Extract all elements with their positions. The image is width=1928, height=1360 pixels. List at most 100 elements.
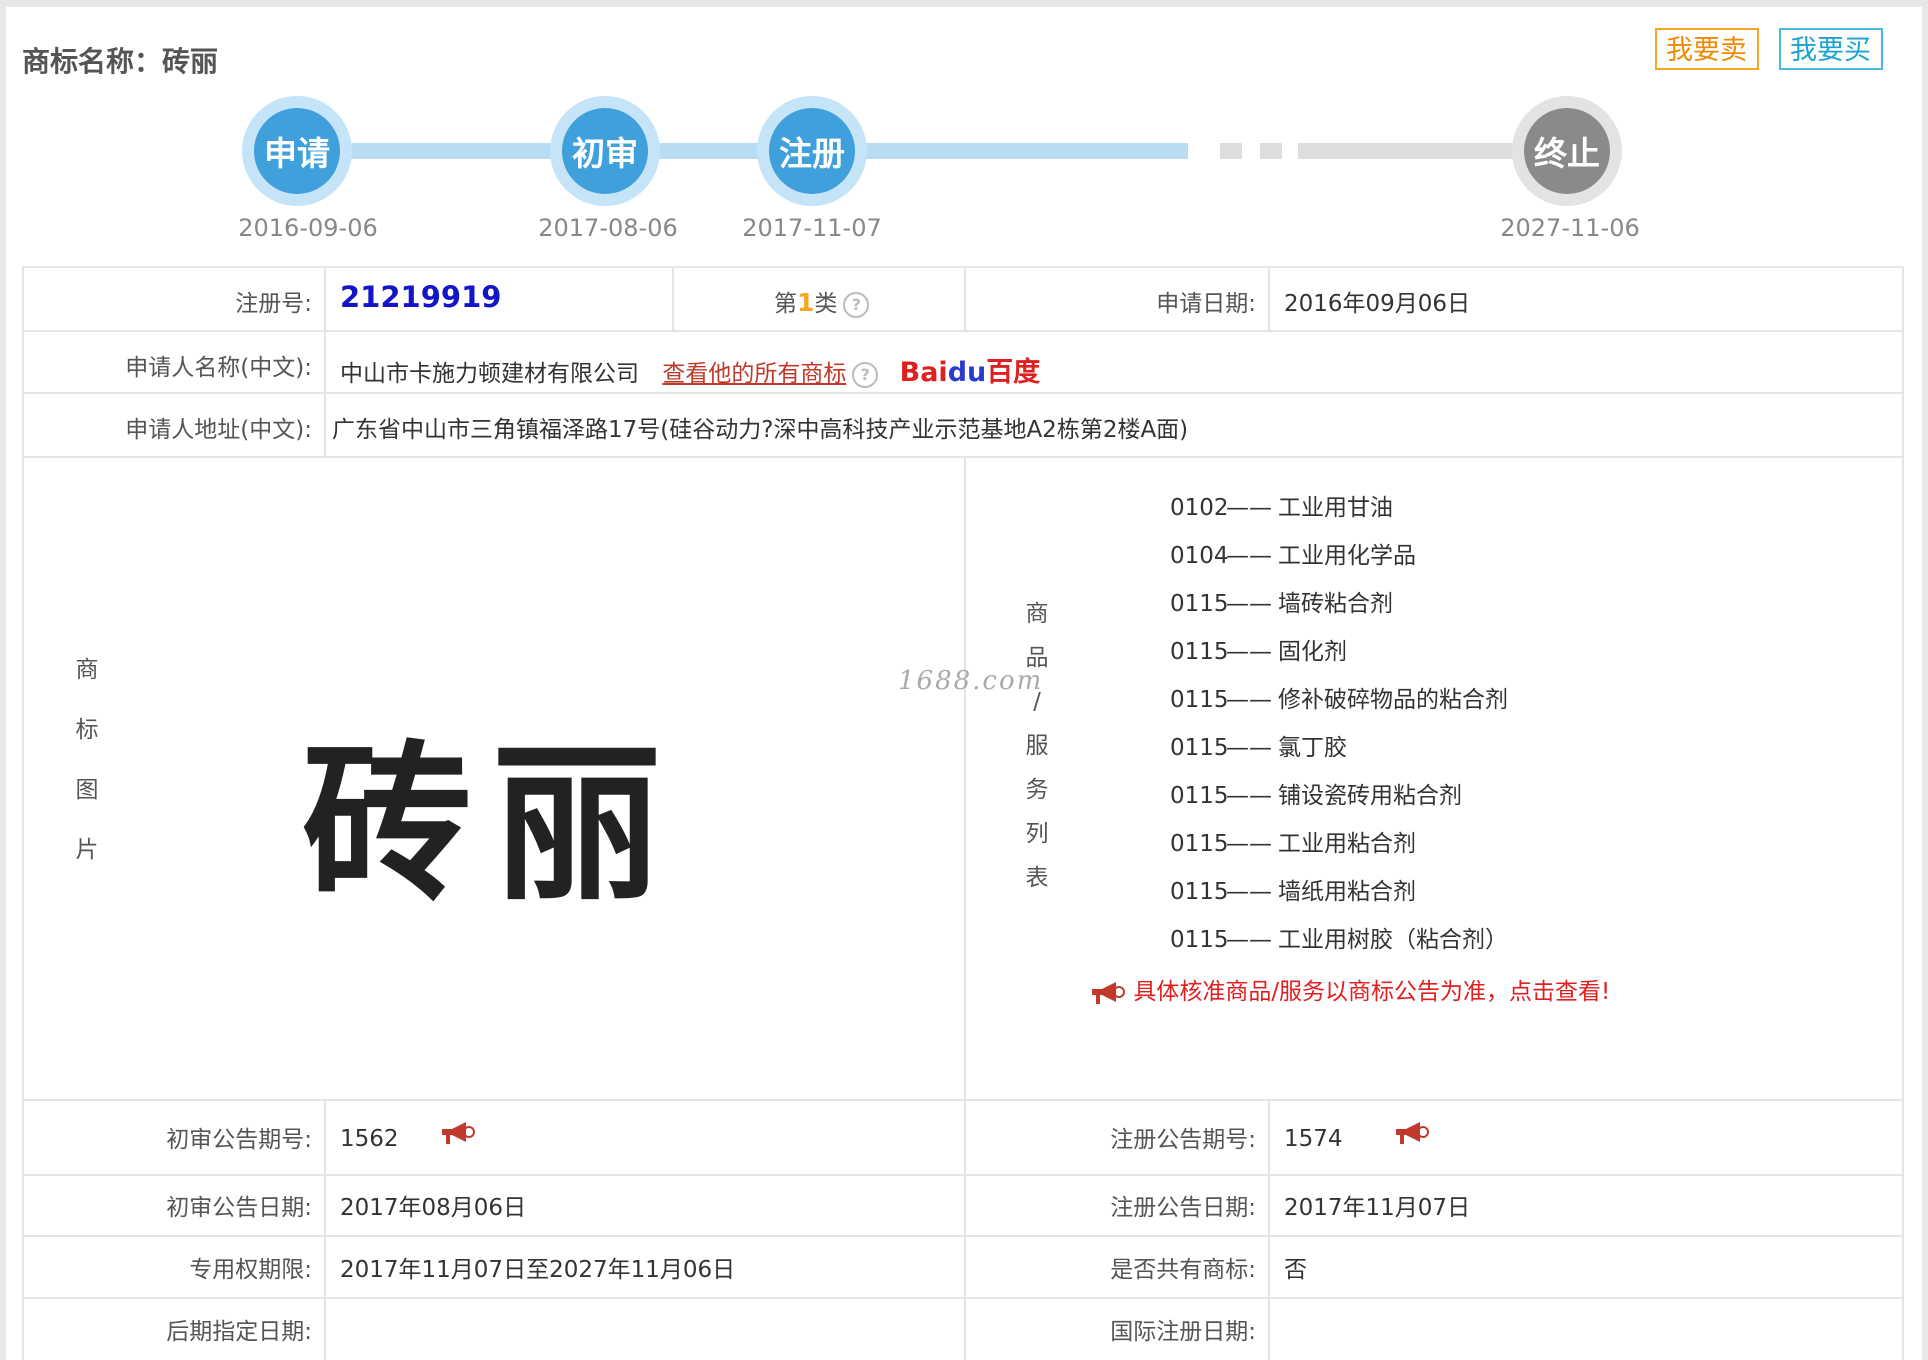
goods-dash: ——	[1226, 687, 1272, 713]
timeline-node-label: 申请	[254, 108, 340, 194]
goods-code: 0104	[1170, 543, 1229, 569]
class-prefix: 第	[774, 291, 797, 317]
timeline-node-label: 初审	[562, 108, 648, 194]
goods-code: 0115	[1170, 879, 1229, 905]
label-char: 图	[75, 777, 99, 803]
goods-item: 0115—— 工业用粘合剂	[1170, 820, 1508, 868]
goods-code: 0115	[1170, 639, 1229, 665]
prelim-date-label: 初审公告日期:	[166, 1195, 312, 1221]
timeline-node-register: 注册	[757, 96, 867, 206]
timeline-date: 2027-11-06	[1500, 214, 1640, 242]
goods-dash: ——	[1226, 639, 1272, 665]
goods-dash: ——	[1226, 927, 1272, 953]
goods-item: 0104—— 工业用化学品	[1170, 532, 1508, 580]
goods-code: 0115	[1170, 591, 1229, 617]
apply-date-value: 2016年09月06日	[1284, 291, 1471, 317]
goods-item: 0115—— 工业用树胶（粘合剂）	[1170, 916, 1508, 964]
goods-code: 0102	[1170, 495, 1229, 521]
baidu-paw-icon: du	[947, 357, 987, 388]
goods-item: 0115—— 铺设瓷砖用粘合剂	[1170, 772, 1508, 820]
goods-dash: ——	[1226, 879, 1272, 905]
sell-button[interactable]: 我要卖	[1655, 28, 1759, 70]
label-char: 务	[1025, 777, 1049, 803]
applicant-value: 中山市卡施力顿建材有限公司 查看他的所有商标? Baidu百度	[340, 350, 1040, 389]
goods-notice-link[interactable]: 具体核准商品/服务以商标公告为准，点击查看!	[1088, 972, 1610, 1006]
goods-dash: ——	[1226, 831, 1272, 857]
frame-top	[0, 0, 1928, 7]
reg-date-label: 注册公告日期:	[1110, 1195, 1256, 1221]
reg-no-value: 21219919	[340, 280, 502, 314]
trademark-image: 砖丽	[302, 726, 683, 924]
label-char: 表	[1025, 865, 1049, 891]
trademark-info-table: 注册号: 21219919 第1类? 申请日期: 2016年09月06日 申请人…	[22, 266, 1904, 1360]
goods-name: 氯丁胶	[1278, 735, 1347, 761]
timeline-date: 2016-09-06	[238, 214, 378, 242]
goods-name: 工业用甘油	[1278, 495, 1393, 521]
timeline-dash	[1220, 143, 1242, 159]
table-border	[22, 330, 1904, 332]
class-suffix: 类	[814, 291, 838, 317]
label-char: 服	[1025, 733, 1049, 759]
page-title: 商标名称：砖丽	[22, 45, 219, 78]
timeline-date: 2017-08-06	[538, 214, 678, 242]
timeline-node-prelim: 初审	[550, 96, 660, 206]
help-icon[interactable]: ?	[843, 291, 870, 318]
address-value: 广东省中山市三角镇福泽路17号(硅谷动力?深中高科技产业示范基地A2栋第2楼A面…	[332, 417, 1189, 443]
goods-item: 0115—— 固化剂	[1170, 628, 1508, 676]
label-char: 标	[75, 717, 99, 743]
goods-item: 0115—— 修补破碎物品的粘合剂	[1170, 676, 1508, 724]
table-border	[324, 266, 326, 456]
later-date-label: 后期指定日期:	[166, 1319, 312, 1345]
goods-name: 工业用粘合剂	[1278, 831, 1416, 857]
goods-name: 铺设瓷砖用粘合剂	[1278, 783, 1462, 809]
applicant-name: 中山市卡施力顿建材有限公司	[340, 361, 639, 387]
reg-announcement-no-label: 注册公告期号:	[1110, 1127, 1256, 1153]
reg-no-label: 注册号:	[235, 291, 312, 317]
class-number: 1	[797, 288, 815, 317]
goods-item: 0115—— 墙纸用粘合剂	[1170, 868, 1508, 916]
class-label: 第1类?	[774, 284, 870, 318]
timeline-progress-line	[296, 143, 1188, 159]
timeline-node-terminate: 终止	[1512, 96, 1622, 206]
term-value: 2017年11月07日至2027年11月06日	[340, 1257, 736, 1283]
table-border	[964, 456, 966, 1360]
table-border	[672, 266, 674, 330]
reg-date-value: 2017年11月07日	[1284, 1195, 1471, 1221]
address-label: 申请人地址(中文):	[125, 417, 312, 443]
trademark-detail-page: 商标名称：砖丽 我要卖 我要买 申请 初审 注册 终止 2016-09-06 2…	[0, 0, 1928, 1360]
goods-dash: ——	[1226, 735, 1272, 761]
goods-item: 0102—— 工业用甘油	[1170, 484, 1508, 532]
prelim-announcement-no: 1562	[340, 1126, 399, 1152]
table-border	[22, 1297, 1904, 1299]
baidu-search-logo[interactable]: Baidu百度	[900, 357, 1041, 388]
notice-text: 具体核准商品/服务以商标公告为准，点击查看!	[1133, 979, 1611, 1005]
megaphone-icon[interactable]	[1392, 1120, 1430, 1146]
goods-name: 工业用化学品	[1278, 543, 1416, 569]
timeline-node-label: 终止	[1524, 108, 1610, 194]
table-border	[22, 1235, 1904, 1237]
label-char: 列	[1025, 821, 1049, 847]
view-all-trademarks-link[interactable]: 查看他的所有商标	[662, 361, 846, 387]
goods-name: 固化剂	[1278, 639, 1347, 665]
reg-announcement-no: 1574	[1284, 1126, 1343, 1152]
megaphone-icon	[1092, 981, 1125, 1004]
goods-code: 0115	[1170, 687, 1229, 713]
frame-left	[0, 0, 6, 1360]
baidu-logo-text: Bai	[899, 357, 948, 388]
buy-button[interactable]: 我要买	[1779, 28, 1883, 70]
applicant-label: 申请人名称(中文):	[125, 355, 312, 381]
goods-item: 0115—— 墙砖粘合剂	[1170, 580, 1508, 628]
goods-dash: ——	[1226, 495, 1272, 521]
goods-name: 墙纸用粘合剂	[1278, 879, 1416, 905]
megaphone-icon[interactable]	[438, 1120, 476, 1146]
label-char: /	[1033, 689, 1041, 715]
shared-label: 是否共有商标:	[1110, 1257, 1256, 1283]
goods-dash: ——	[1226, 543, 1272, 569]
goods-code: 0115	[1170, 831, 1229, 857]
goods-code: 0115	[1170, 735, 1229, 761]
table-border	[22, 392, 1904, 394]
help-icon[interactable]: ?	[852, 361, 879, 388]
table-border	[22, 266, 1904, 268]
goods-list: 0102—— 工业用甘油 0104—— 工业用化学品 0115—— 墙砖粘合剂 011…	[1170, 484, 1508, 964]
goods-code: 0115	[1170, 783, 1229, 809]
